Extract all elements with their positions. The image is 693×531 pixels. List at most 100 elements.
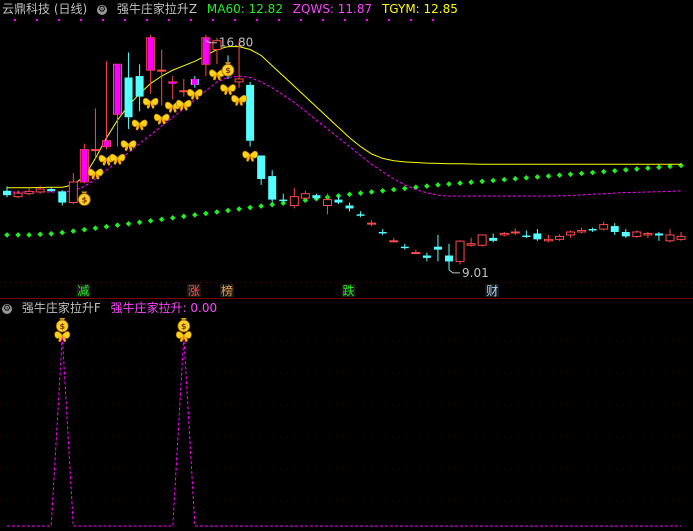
marker-dot [278, 19, 280, 21]
candle [422, 252, 431, 262]
tgym-dot [368, 189, 375, 195]
candle-body [279, 199, 288, 202]
money-bag-symbol: $ [59, 322, 65, 331]
signal-line [7, 335, 682, 527]
candle-body [654, 233, 663, 236]
candle [367, 220, 377, 227]
money-bag-symbol: $ [82, 196, 88, 205]
candle-body [599, 224, 609, 230]
candle [588, 227, 597, 232]
candle-body [68, 181, 78, 204]
tgym-dot [136, 219, 143, 226]
candle-body [13, 192, 23, 198]
tgym-dot [236, 206, 242, 212]
ma60-line [7, 46, 682, 189]
tgym-dot [203, 210, 209, 217]
tgym-dot [346, 191, 353, 198]
candle [466, 237, 476, 247]
tgym-dot [490, 177, 497, 184]
tgym-dot [523, 175, 530, 181]
candle-body [3, 190, 11, 196]
sub-indicator-value: 强牛庄家拉升: 0.00 [110, 301, 218, 315]
lift-bar [114, 64, 121, 115]
marker-dot [58, 19, 60, 21]
candle [445, 243, 453, 270]
candle [90, 108, 100, 159]
tgym-dot [501, 176, 508, 183]
candle-body [499, 232, 509, 236]
tgym-dot [59, 229, 66, 236]
candle-body [268, 176, 277, 200]
tgym-dot [545, 173, 552, 179]
marker-dot [146, 19, 148, 21]
tgym-dot [567, 171, 574, 178]
candle [632, 230, 642, 238]
tgym-dot [512, 175, 519, 182]
tgym-dot [556, 172, 563, 179]
candle-body [676, 235, 686, 240]
tgym-dot [158, 216, 165, 223]
candle-body [179, 90, 189, 93]
event-label: 财 [486, 284, 498, 298]
money-bag-symbol: $ [225, 66, 231, 75]
tgym-dot [357, 190, 364, 196]
marker-dot [388, 19, 390, 21]
marker-dot [36, 19, 38, 21]
money-bag-symbol: $ [181, 322, 187, 331]
butterfly-icon [186, 89, 203, 100]
candle [400, 243, 409, 250]
candle [543, 234, 553, 243]
candle [13, 190, 23, 199]
candle [300, 190, 310, 200]
marker-dot [102, 19, 104, 21]
sub-indicator-name[interactable]: 强牛庄家拉升F [22, 301, 101, 315]
event-label: 减 [77, 284, 89, 298]
tgym-dot [37, 231, 43, 238]
marker-dot [168, 19, 170, 21]
butterfly-icon [242, 150, 258, 162]
candle-body [577, 230, 587, 233]
price-annotation: 9.01 [462, 266, 489, 280]
candle-body [477, 234, 487, 246]
candle-body [367, 222, 377, 225]
butterfly-icon [120, 140, 137, 151]
candle-body [24, 190, 34, 195]
tgym-dot [424, 183, 430, 189]
butterfly-icon [87, 168, 104, 180]
tgym-dot [457, 180, 463, 186]
candle-body [455, 240, 465, 262]
candle-body [433, 246, 442, 250]
butterfly-icon [109, 153, 126, 165]
candle-body [445, 255, 453, 262]
candle [24, 188, 34, 196]
candle-body [665, 234, 675, 242]
tgym-dot [214, 209, 220, 215]
lift-bar [169, 81, 176, 84]
candle [610, 223, 619, 235]
tgym-dot [678, 162, 684, 169]
tgym-dot [534, 174, 541, 180]
candle-body [389, 240, 399, 243]
candle [334, 196, 343, 205]
lift-bar [191, 78, 198, 85]
tgym-dot [578, 170, 585, 177]
money-bag-icon: $ [55, 318, 69, 333]
chart-stage: 云鼎科技 (日线) ⚙ 强牛庄家拉升Z MA60: 12.82 ZQWS: 11… [0, 0, 693, 531]
settings-icon[interactable]: ⚙ [2, 303, 12, 314]
marker-dot [322, 19, 324, 21]
marker-dot [344, 19, 346, 21]
money-bag-icon: $ [221, 62, 235, 77]
lift-bar [81, 149, 88, 182]
annotation-leader [448, 269, 460, 274]
candle [477, 234, 487, 247]
tgym-dot [589, 169, 596, 176]
candlestick-chart[interactable]: $ $16.80 9.01 减 涨 榜 跌 财 $ $ [0, 0, 693, 531]
lift-bar [147, 37, 154, 71]
candle-body [58, 191, 67, 203]
candle [135, 64, 144, 112]
candle-body [345, 205, 354, 209]
candle [577, 227, 587, 234]
candle [124, 52, 133, 129]
butterfly-icon [220, 84, 236, 95]
candle [279, 193, 288, 203]
